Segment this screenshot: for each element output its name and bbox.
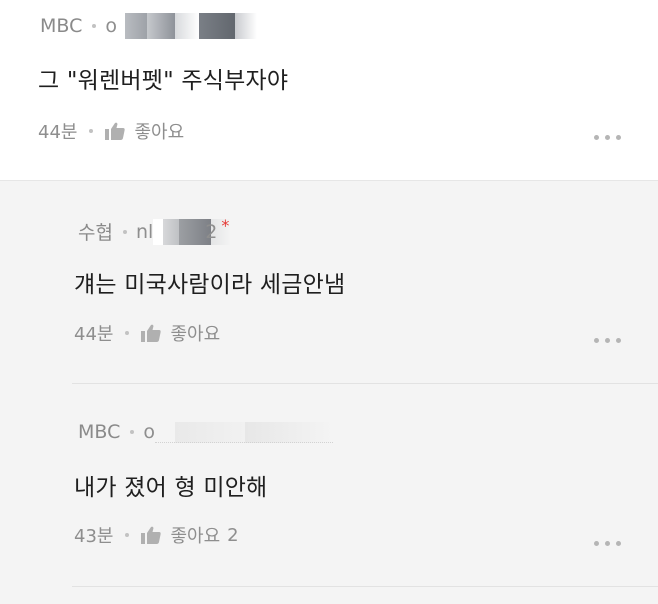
- like-label: 좋아요: [134, 122, 185, 143]
- comment-body: 그 "워렌버펫" 주식부자야: [38, 68, 289, 94]
- reply-handle-start[interactable]: nl: [136, 221, 153, 243]
- comment-main: MBC o 그 "워렌버펫" 주식부자야 44분 좋아요: [0, 0, 658, 180]
- separator-dot: [125, 533, 130, 537]
- reply-time: 43분: [74, 526, 114, 547]
- reply-actions: 43분 좋아요 2: [74, 522, 239, 548]
- comment-meta: MBC o: [40, 13, 285, 39]
- reply-divider: [72, 586, 658, 587]
- separator-dot: [89, 129, 94, 133]
- badge-star-icon: *: [221, 216, 230, 235]
- more-options-icon[interactable]: [594, 132, 624, 142]
- thumbs-up-icon: [141, 526, 162, 544]
- reply-meta: MBC o: [78, 421, 333, 443]
- redacted-handle-mask: [155, 421, 333, 443]
- separator-dot: [92, 24, 97, 28]
- reply-body: 내가 졌어 형 미안해: [74, 475, 268, 501]
- like-button[interactable]: 좋아요: [141, 320, 220, 346]
- like-count: 2: [227, 524, 239, 546]
- reply-author[interactable]: MBC: [78, 421, 120, 443]
- comment-handle[interactable]: o: [105, 15, 117, 37]
- more-options-icon[interactable]: [594, 335, 624, 345]
- redacted-handle-mask: [117, 13, 285, 39]
- redacted-handle-mask: [153, 218, 232, 245]
- reply-handle-end: 2: [205, 220, 218, 243]
- comment-time: 44분: [38, 122, 78, 143]
- separator-dot: [125, 331, 130, 335]
- like-button[interactable]: 좋아요: [105, 118, 184, 144]
- comment-author[interactable]: MBC: [40, 15, 82, 37]
- reply-actions: 44분 좋아요: [74, 320, 220, 346]
- reply-author[interactable]: 수협: [78, 218, 113, 245]
- reply-handle[interactable]: o: [143, 421, 155, 443]
- thumbs-up-icon: [141, 324, 162, 342]
- thumbs-up-icon: [105, 122, 126, 140]
- more-options-icon[interactable]: [594, 538, 624, 548]
- reply-time: 44분: [74, 324, 114, 345]
- comment-actions: 44분 좋아요: [38, 118, 184, 144]
- like-button[interactable]: 좋아요 2: [141, 522, 239, 548]
- reply-body: 걔는 미국사람이라 세금안냄: [74, 272, 346, 298]
- reply-2: MBC o 내가 졌어 형 미안해 43분 좋아요 2: [0, 384, 658, 586]
- like-label: 좋아요: [170, 526, 221, 547]
- reply-meta: 수협 nl 2 *: [78, 216, 232, 245]
- like-label: 좋아요: [170, 324, 221, 345]
- reply-1: 수협 nl 2 * 걔는 미국사람이라 세금안냄 44분 좋아요: [0, 181, 658, 383]
- separator-dot: [130, 430, 135, 434]
- separator-dot: [122, 229, 127, 234]
